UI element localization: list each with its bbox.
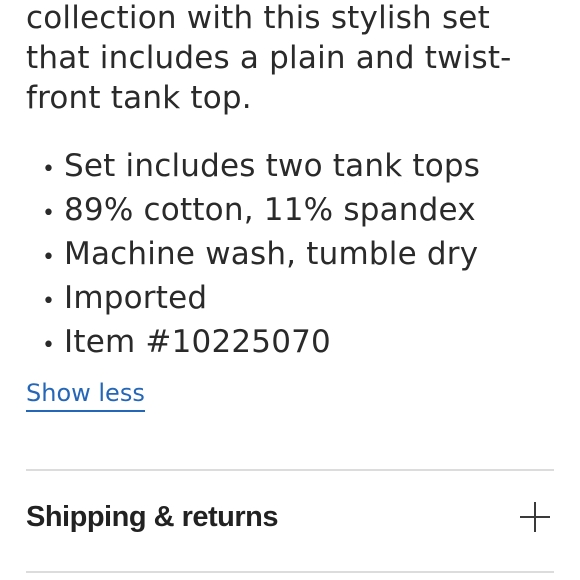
- list-item-text: Machine wash, tumble dry: [64, 236, 479, 272]
- product-details-list: • Set includes two tank tops • 89% cotto…: [26, 146, 566, 366]
- list-item-text: Imported: [64, 280, 208, 316]
- product-description: collection with this stylish set that in…: [26, 0, 566, 118]
- show-less-link[interactable]: Show less: [26, 378, 145, 412]
- divider: [26, 571, 554, 573]
- list-item-text: Item #10225070: [64, 324, 331, 360]
- bullet-icon: •: [42, 289, 56, 314]
- list-item: • 89% cotton, 11% spandex: [26, 190, 566, 234]
- shipping-returns-accordion[interactable]: Shipping & returns: [26, 495, 554, 539]
- list-item: • Machine wash, tumble dry: [26, 234, 566, 278]
- description-line: front tank top.: [26, 80, 252, 116]
- divider: [26, 469, 554, 471]
- description-line: collection with this stylish set: [26, 0, 490, 36]
- bullet-icon: •: [42, 333, 56, 358]
- list-item: • Imported: [26, 278, 566, 322]
- plus-icon[interactable]: [520, 502, 550, 532]
- bullet-icon: •: [42, 157, 56, 182]
- list-item: • Set includes two tank tops: [26, 146, 566, 190]
- list-item: • Item #10225070: [26, 322, 566, 366]
- bullet-icon: •: [42, 245, 56, 270]
- list-item-text: 89% cotton, 11% spandex: [64, 192, 476, 228]
- description-line: that includes a plain and twist-: [26, 40, 512, 76]
- bullet-icon: •: [42, 201, 56, 226]
- accordion-title: Shipping & returns: [26, 500, 279, 533]
- list-item-text: Set includes two tank tops: [64, 148, 481, 184]
